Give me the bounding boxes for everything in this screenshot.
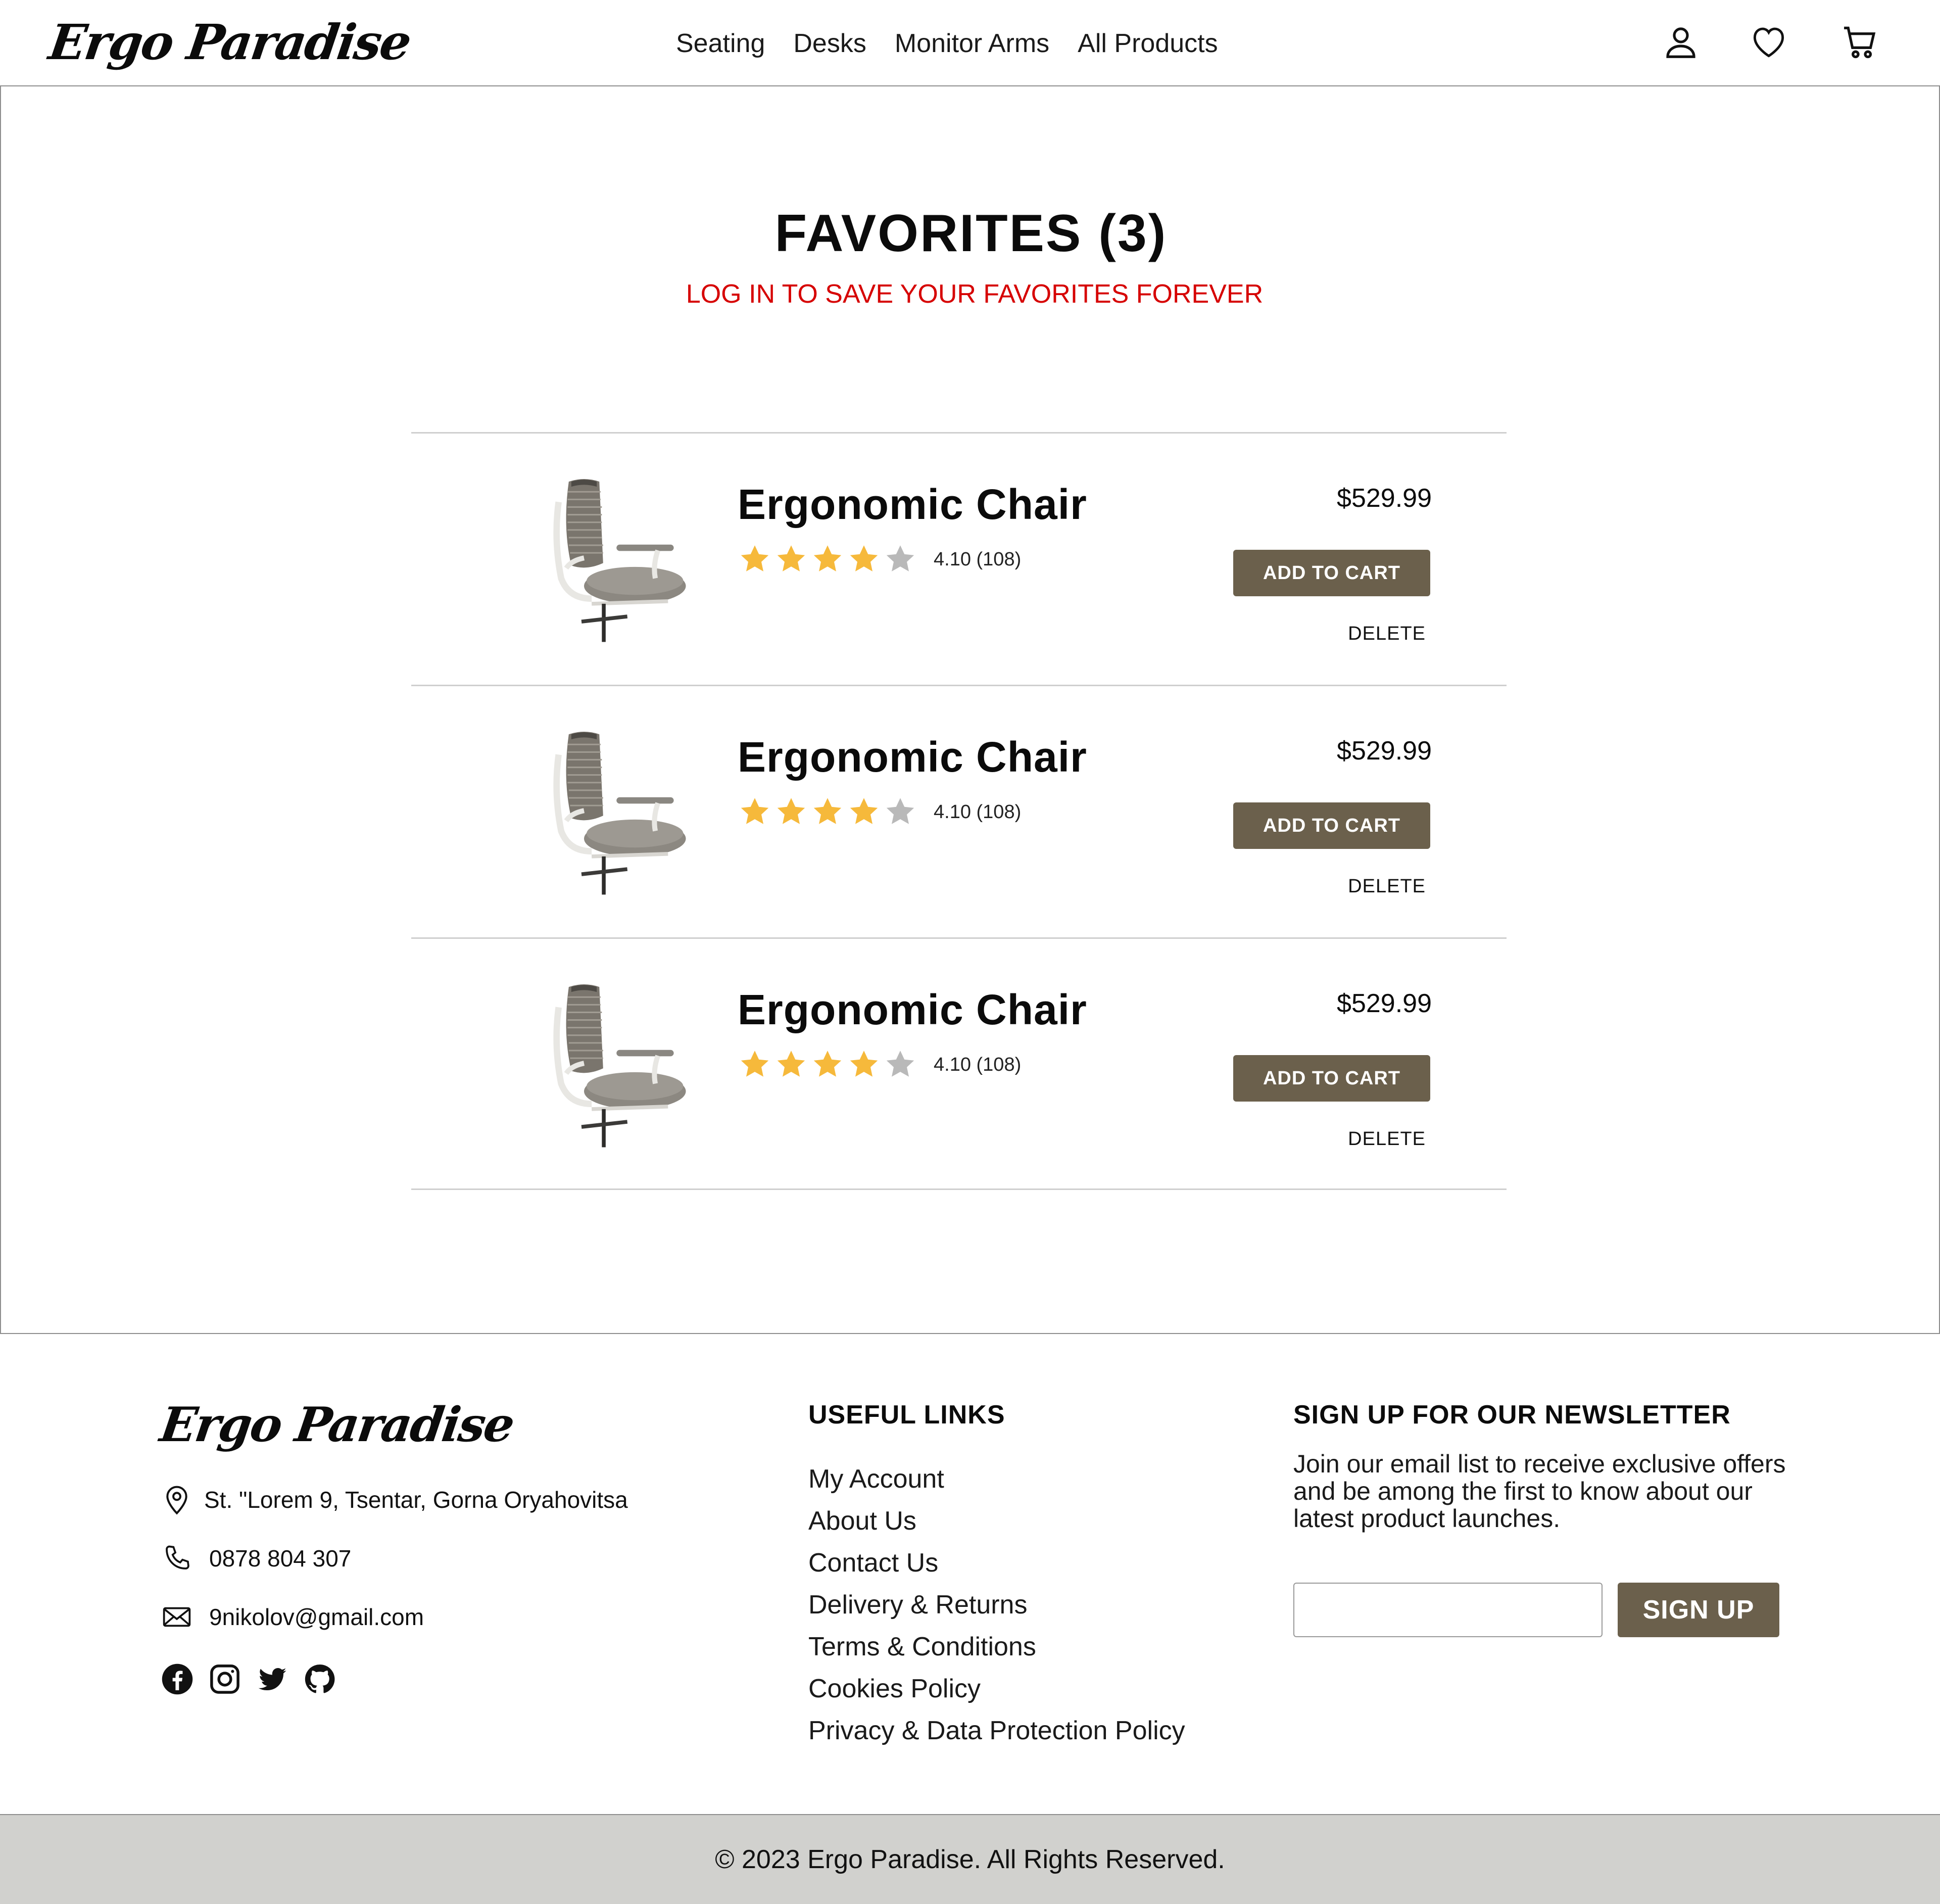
star-filled-icon	[847, 1048, 881, 1082]
instagram-icon[interactable]	[208, 1662, 241, 1696]
site-footer: Ergo Paradise St. "Lorem 9, Tsentar, Gor…	[0, 1335, 1940, 1814]
newsletter-title: SIGN UP FOR OUR NEWSLETTER	[1293, 1400, 1731, 1430]
mail-icon	[161, 1601, 193, 1633]
product-image[interactable]	[532, 982, 699, 1154]
add-to-cart-button[interactable]: ADD TO CART	[1233, 802, 1430, 849]
newsletter-signup-button[interactable]: SIGN UP	[1618, 1583, 1779, 1637]
chair-image	[553, 984, 686, 1148]
star-filled-icon	[847, 795, 881, 829]
star-empty-icon	[883, 1048, 917, 1082]
copyright-bar: © 2023 Ergo Paradise. All Rights Reserve…	[0, 1814, 1940, 1904]
product-image[interactable]	[532, 477, 699, 648]
cart-button[interactable]	[1837, 19, 1882, 65]
main-nav: Seating Desks Monitor Arms All Products	[676, 24, 1218, 63]
newsletter-description: Join our email list to receive exclusive…	[1293, 1450, 1786, 1533]
footer-link-privacy[interactable]: Privacy & Data Protection Policy	[808, 1710, 1185, 1752]
star-filled-icon	[810, 795, 845, 829]
product-rating: 4.10 (108)	[738, 542, 1021, 577]
favorites-list: Ergonomic Chair 4.10 (108) $529.99 ADD T…	[411, 432, 1507, 1190]
cart-icon	[1844, 26, 1876, 59]
star-rating	[738, 542, 919, 577]
delete-button[interactable]: DELETE	[1348, 876, 1426, 897]
product-name[interactable]: Ergonomic Chair	[738, 732, 1087, 782]
brand-logo[interactable]: Ergo Paradise	[45, 12, 414, 73]
footer-link-cookies[interactable]: Cookies Policy	[808, 1668, 1185, 1710]
add-to-cart-button[interactable]: ADD TO CART	[1233, 550, 1430, 596]
product-price: $529.99	[1337, 484, 1432, 513]
github-icon[interactable]	[303, 1662, 336, 1696]
address-text: St. "Lorem 9, Tsentar, Gorna Oryahovitsa	[204, 1487, 628, 1513]
favorites-page: FAVORITES (3) LOG IN TO SAVE YOUR FAVORI…	[0, 86, 1940, 1334]
favorite-item: Ergonomic Chair 4.10 (108) $529.99 ADD T…	[411, 432, 1507, 685]
social-links	[161, 1662, 336, 1696]
nav-link-desks[interactable]: Desks	[793, 28, 866, 59]
favorite-item: Ergonomic Chair 4.10 (108) $529.99 ADD T…	[411, 937, 1507, 1190]
nav-link-all-products[interactable]: All Products	[1078, 28, 1218, 59]
footer-link-about-us[interactable]: About Us	[808, 1500, 1185, 1542]
product-name[interactable]: Ergonomic Chair	[738, 984, 1087, 1035]
address-row: St. "Lorem 9, Tsentar, Gorna Oryahovitsa	[161, 1484, 628, 1516]
star-filled-icon	[810, 542, 845, 577]
star-filled-icon	[810, 1048, 845, 1082]
twitter-icon[interactable]	[256, 1662, 289, 1696]
heart-icon	[1753, 27, 1784, 58]
email-row: 9nikolov@gmail.com	[161, 1601, 424, 1633]
product-price: $529.99	[1337, 989, 1432, 1018]
product-price: $529.99	[1337, 736, 1432, 766]
account-button[interactable]	[1658, 19, 1704, 65]
product-rating: 4.10 (108)	[738, 795, 1021, 829]
email-text[interactable]: 9nikolov@gmail.com	[209, 1603, 424, 1631]
phone-row: 0878 804 307	[161, 1542, 351, 1575]
footer-link-terms[interactable]: Terms & Conditions	[808, 1626, 1185, 1668]
copyright-text: © 2023 Ergo Paradise. All Rights Reserve…	[715, 1845, 1225, 1874]
useful-links: My Account About Us Contact Us Delivery …	[808, 1458, 1185, 1752]
facebook-icon[interactable]	[161, 1662, 194, 1696]
footer-link-delivery-returns[interactable]: Delivery & Returns	[808, 1584, 1185, 1626]
star-filled-icon	[738, 1048, 772, 1082]
rating-text: 4.10 (108)	[934, 1054, 1022, 1075]
chair-image	[553, 479, 686, 642]
useful-links-title: USEFUL LINKS	[808, 1400, 1005, 1430]
footer-link-my-account[interactable]: My Account	[808, 1458, 1185, 1500]
star-filled-icon	[738, 795, 772, 829]
product-rating: 4.10 (108)	[738, 1048, 1021, 1082]
rating-text: 4.10 (108)	[934, 801, 1022, 823]
site-header: Ergo Paradise Seating Desks Monitor Arms…	[0, 0, 1940, 86]
nav-link-seating[interactable]: Seating	[676, 28, 765, 59]
phone-text[interactable]: 0878 804 307	[209, 1545, 351, 1572]
star-filled-icon	[774, 542, 808, 577]
phone-icon	[161, 1542, 193, 1575]
page-title: FAVORITES (3)	[774, 204, 1168, 263]
newsletter-email-input[interactable]	[1293, 1583, 1603, 1637]
star-rating	[738, 1048, 919, 1082]
star-empty-icon	[883, 795, 917, 829]
star-filled-icon	[847, 542, 881, 577]
product-image[interactable]	[532, 729, 699, 901]
star-empty-icon	[883, 542, 917, 577]
star-filled-icon	[774, 1048, 808, 1082]
add-to-cart-button[interactable]: ADD TO CART	[1233, 1055, 1430, 1102]
favorites-button[interactable]	[1746, 19, 1791, 65]
nav-link-monitor-arms[interactable]: Monitor Arms	[895, 28, 1049, 59]
favorite-item: Ergonomic Chair 4.10 (108) $529.99 ADD T…	[411, 685, 1507, 937]
user-icon	[1666, 27, 1695, 58]
chair-image	[553, 732, 686, 895]
login-prompt-link[interactable]: LOG IN TO SAVE YOUR FAVORITES FOREVER	[1, 278, 1940, 310]
star-rating	[738, 795, 919, 829]
star-filled-icon	[774, 795, 808, 829]
footer-logo[interactable]: Ergo Paradise	[157, 1395, 517, 1455]
delete-button[interactable]: DELETE	[1348, 623, 1426, 645]
star-filled-icon	[738, 542, 772, 577]
rating-text: 4.10 (108)	[934, 548, 1022, 570]
footer-link-contact-us[interactable]: Contact Us	[808, 1542, 1185, 1584]
product-name[interactable]: Ergonomic Chair	[738, 479, 1087, 530]
location-pin-icon	[161, 1484, 193, 1516]
delete-button[interactable]: DELETE	[1348, 1128, 1426, 1150]
